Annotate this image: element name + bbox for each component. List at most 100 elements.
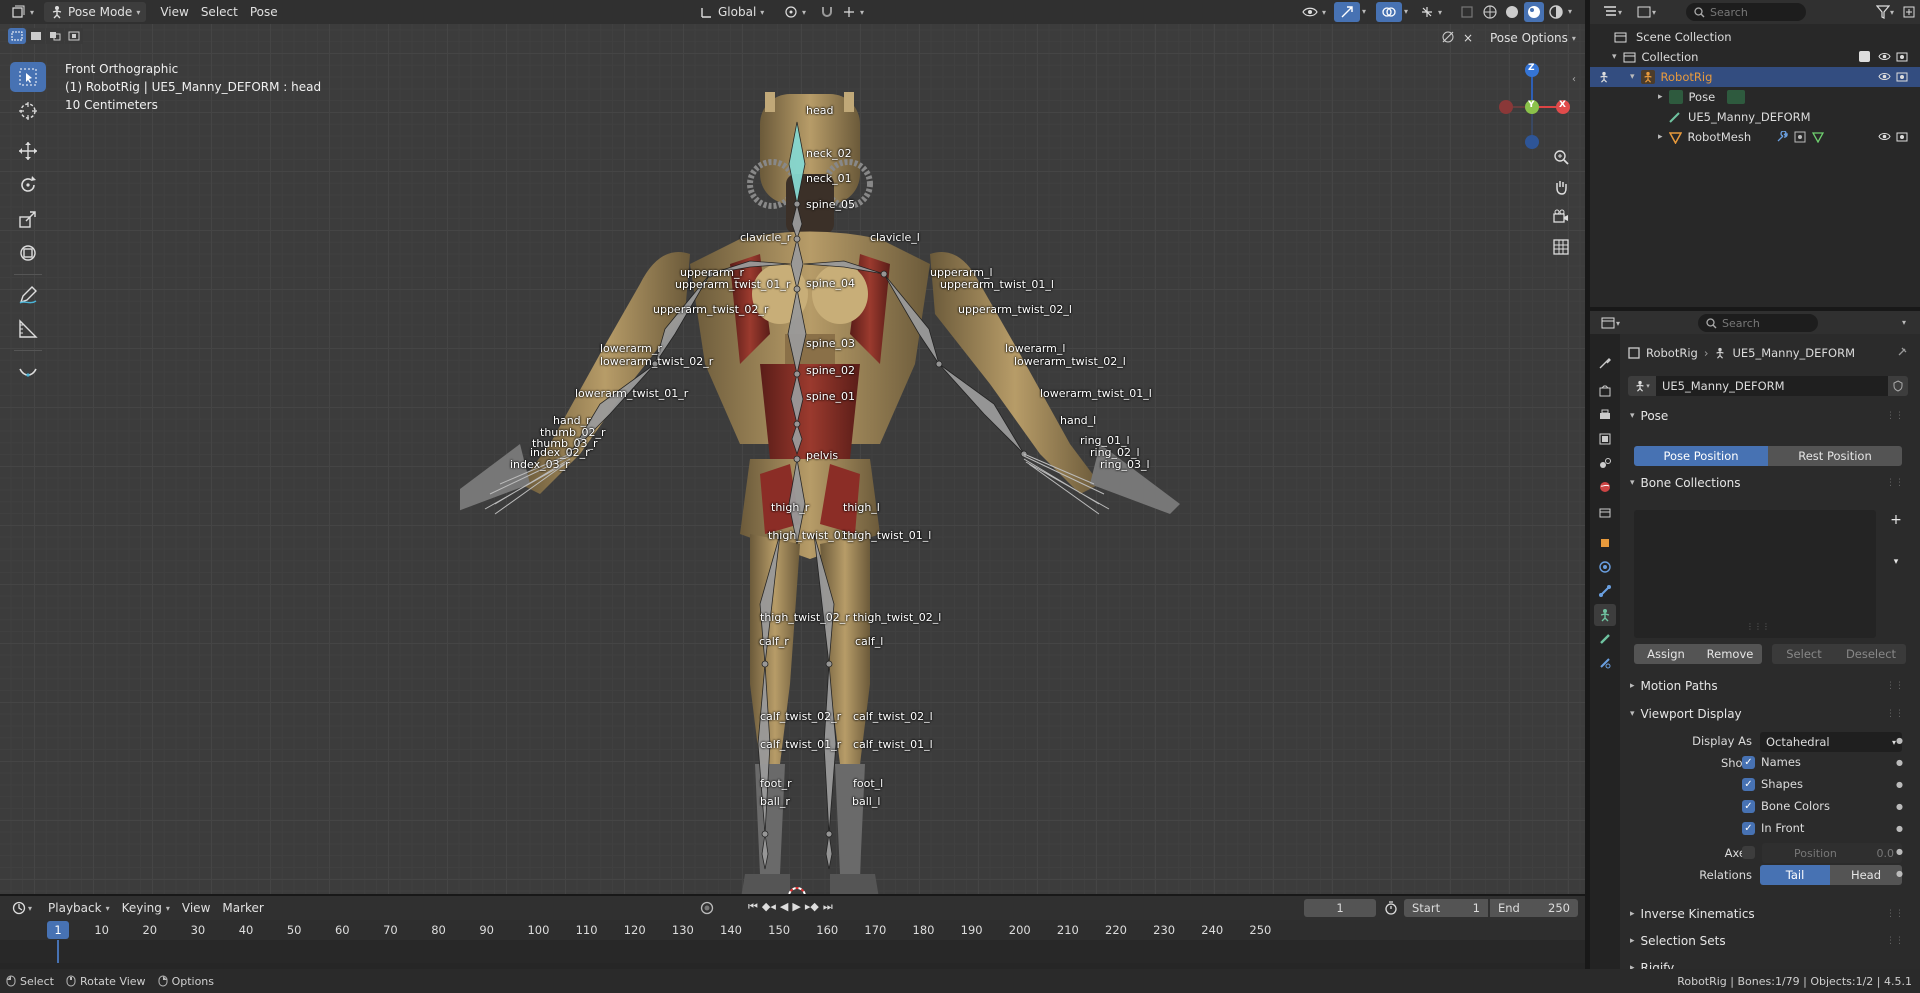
list-resize-handle[interactable]: ⋮⋮⋮ <box>1746 622 1770 631</box>
properties-search[interactable]: Search <box>1698 314 1818 332</box>
relations-tail-button[interactable]: Tail <box>1760 865 1830 885</box>
display-as-dropdown[interactable]: Octahedral ▾ <box>1760 732 1902 752</box>
drag-handle-icon[interactable]: ⋮⋮ <box>1886 411 1904 421</box>
auto-keying-toggle[interactable] <box>700 901 714 915</box>
menu-timeline-view[interactable]: View <box>176 898 216 918</box>
tab-bone[interactable] <box>1594 628 1616 650</box>
outliner-row-scene-collection[interactable]: Scene Collection <box>1590 27 1920 47</box>
motion-paths-panel-header[interactable]: ▸ Motion Paths ⋮⋮ <box>1626 674 1908 698</box>
drag-handle-icon[interactable]: ⋮⋮ <box>1886 909 1904 919</box>
tab-world[interactable] <box>1594 476 1616 498</box>
start-frame-field[interactable]: Start 1 <box>1404 899 1488 917</box>
wireframe-shading-icon[interactable] <box>1480 2 1500 22</box>
eye-icon[interactable] <box>1878 51 1891 62</box>
move-tool[interactable] <box>10 136 46 166</box>
keyframe-dot-icon[interactable]: ● <box>1896 780 1903 789</box>
keyframe-dot-icon[interactable]: ● <box>1896 802 1903 811</box>
scale-tool[interactable] <box>10 204 46 234</box>
drag-handle-icon[interactable]: ⋮⋮ <box>1886 709 1904 719</box>
axes-position-field[interactable]: Position 0.0 <box>1762 843 1902 863</box>
chevron-down-icon[interactable]: ▾ <box>1630 72 1635 82</box>
play-reverse-icon[interactable]: ◀ <box>780 900 788 914</box>
eye-icon[interactable] <box>1878 71 1891 82</box>
chevron-down-icon[interactable]: ▾ <box>1612 52 1617 62</box>
camera-icon[interactable] <box>1896 51 1908 62</box>
filter-icon[interactable]: ▾ <box>1876 5 1894 19</box>
drag-handle-icon[interactable]: ⋮⋮ <box>1886 936 1904 946</box>
drag-handle-icon[interactable]: ⋮⋮ <box>1886 681 1904 691</box>
robot-armature-view[interactable] <box>460 64 1200 894</box>
transform-orientation-dropdown[interactable]: Global ▾ <box>694 2 770 22</box>
show-in-front-checkbox[interactable]: ✓ In Front <box>1742 821 1804 835</box>
gizmo-toggle[interactable] <box>1334 2 1360 22</box>
bend-tool[interactable] <box>10 356 46 386</box>
transform-tool[interactable] <box>10 238 46 268</box>
show-names-checkbox[interactable]: ✓ Names <box>1742 755 1801 769</box>
playhead[interactable]: 1 <box>47 921 69 939</box>
keyframe-dot-icon[interactable]: ● <box>1896 736 1903 745</box>
annotate-tool[interactable] <box>10 280 46 310</box>
rigify-panel-header[interactable]: ▸ Rigify <box>1626 956 1908 969</box>
bone-collections-panel-header[interactable]: ▾ Bone Collections ⋮⋮ <box>1626 471 1908 495</box>
play-icon[interactable]: ▶ <box>792 900 800 914</box>
select-new-icon[interactable] <box>8 28 26 44</box>
timeline[interactable]: ▾ Playback ▾ Keying ▾ View Marker ⏮ ◆◂ ◀ ▶… <box>0 896 1585 969</box>
outliner-row-robotrig[interactable]: ▾ RobotRig <box>1590 67 1920 87</box>
menu-view[interactable]: View <box>154 2 194 22</box>
fake-user-button[interactable] <box>1888 376 1908 396</box>
camera-icon[interactable] <box>1896 71 1908 82</box>
tab-collection[interactable] <box>1594 502 1616 524</box>
xray-toggle[interactable] <box>1454 2 1480 22</box>
eye-icon[interactable] <box>1878 131 1891 142</box>
keyframe-dot-icon[interactable]: ● <box>1896 869 1903 878</box>
viewport-display-panel-header[interactable]: ▾ Viewport Display ⋮⋮ <box>1626 702 1908 726</box>
show-shapes-checkbox[interactable]: ✓ Shapes <box>1742 777 1803 791</box>
chevron-down-icon[interactable]: ▾ <box>1568 7 1572 22</box>
navigation-gizmo[interactable]: Z X Y <box>1490 62 1580 152</box>
solid-shading-icon[interactable] <box>1502 2 1522 22</box>
measure-tool[interactable] <box>10 314 46 344</box>
add-collection-button[interactable]: + <box>1886 510 1906 530</box>
pivot-dropdown[interactable]: ▾ <box>778 2 812 22</box>
close-icon[interactable]: × <box>1459 29 1477 47</box>
select-intersect-icon[interactable] <box>65 28 83 44</box>
remove-button[interactable]: Remove <box>1698 644 1762 664</box>
outliner-row-armature-data[interactable]: UE5_Manny_DEFORM <box>1590 107 1920 127</box>
mode-dropdown[interactable]: Pose Mode ▾ <box>44 2 147 22</box>
timeline-editor-icon[interactable]: ▾ <box>12 901 32 915</box>
tab-object[interactable] <box>1594 532 1616 554</box>
outliner-row-pose[interactable]: ▸ Pose <box>1590 87 1920 107</box>
assign-button[interactable]: Assign <box>1634 644 1698 664</box>
keyframe-dot-icon[interactable]: ● <box>1896 847 1903 856</box>
menu-marker[interactable]: Marker <box>216 898 269 918</box>
tab-bone-constraints[interactable] <box>1594 652 1616 674</box>
snap-dropdown[interactable]: ▾ <box>836 2 870 22</box>
end-frame-field[interactable]: End 250 <box>1490 899 1578 917</box>
selection-sets-panel-header[interactable]: ▸ Selection Sets ⋮⋮ <box>1626 929 1908 953</box>
tab-view-layer[interactable] <box>1594 428 1616 450</box>
rest-position-button[interactable]: Rest Position <box>1768 446 1902 466</box>
cursor-tool[interactable] <box>10 96 46 126</box>
inverse-kinematics-panel-header[interactable]: ▸ Inverse Kinematics ⋮⋮ <box>1626 902 1908 926</box>
datablock-selector[interactable]: ▾ <box>1628 376 1656 396</box>
keyframe-dot-icon[interactable]: ● <box>1896 824 1903 833</box>
outliner-search[interactable]: Search <box>1686 3 1806 21</box>
menu-pose[interactable]: Pose <box>244 2 284 22</box>
outliner-row-robotmesh[interactable]: ▸ RobotMesh <box>1590 127 1920 147</box>
bone-collections-list[interactable]: ⋮⋮⋮ <box>1634 510 1876 638</box>
chevron-down-icon[interactable]: ▾ <box>1362 7 1366 16</box>
overlays-toggle[interactable] <box>1376 2 1402 22</box>
timeline-ruler[interactable]: 1 10 20 30 40 50 60 70 80 90 100 110 120 130 140 150 16… <box>0 920 1585 940</box>
chevron-down-icon[interactable]: ▾ <box>1404 7 1408 16</box>
select-subtract-icon[interactable] <box>46 28 64 44</box>
axes-checkbox[interactable] <box>1742 846 1755 859</box>
pose-position-button[interactable]: Pose Position <box>1634 446 1768 466</box>
tab-armature-data[interactable] <box>1594 604 1616 626</box>
display-mode-icon[interactable]: ▾ <box>1632 5 1660 19</box>
drag-handle-icon[interactable]: ⋮⋮ <box>1886 478 1904 488</box>
sidebar-toggle-arrow[interactable]: ‹ <box>1572 74 1576 85</box>
pose-options-dropdown[interactable]: Pose Options ▾ <box>1484 28 1582 48</box>
outliner-row-collection[interactable]: ▾ Collection <box>1590 47 1920 67</box>
datablock-name-field[interactable]: UE5_Manny_DEFORM <box>1656 376 1888 396</box>
chevron-right-icon[interactable]: ▸ <box>1658 92 1663 102</box>
